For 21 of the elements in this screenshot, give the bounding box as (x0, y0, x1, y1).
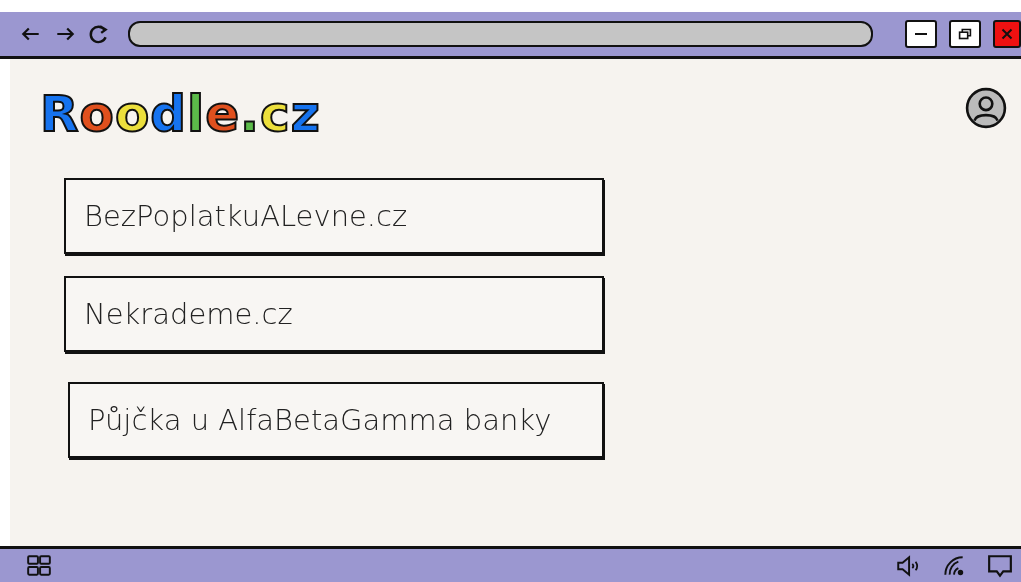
search-result[interactable]: BezPoplatkuALevne.cz (64, 178, 604, 254)
logo-letter: c (260, 85, 291, 143)
restore-button[interactable] (949, 20, 981, 48)
logo-letter: o (114, 85, 151, 143)
logo-letter: o (79, 85, 115, 143)
start-icon[interactable] (26, 552, 52, 579)
logo-letter: . (240, 85, 261, 143)
logo-letter: R (40, 85, 80, 143)
notification-icon[interactable] (987, 552, 1013, 579)
reload-icon[interactable] (88, 23, 110, 45)
minimize-button[interactable] (905, 20, 937, 48)
logo-letter: e (205, 85, 241, 143)
logo-letter: l (187, 85, 206, 143)
close-button[interactable] (993, 20, 1021, 48)
address-bar[interactable] (128, 21, 873, 47)
user-avatar-icon[interactable] (965, 87, 1007, 129)
search-result[interactable]: Nekrademe.cz (64, 276, 604, 352)
minimize-icon (915, 32, 927, 36)
search-result[interactable]: Půjčka u AlfaBetaGamma banky (68, 382, 604, 458)
logo-letter: d (150, 85, 188, 143)
logo-letter: z (290, 85, 321, 143)
